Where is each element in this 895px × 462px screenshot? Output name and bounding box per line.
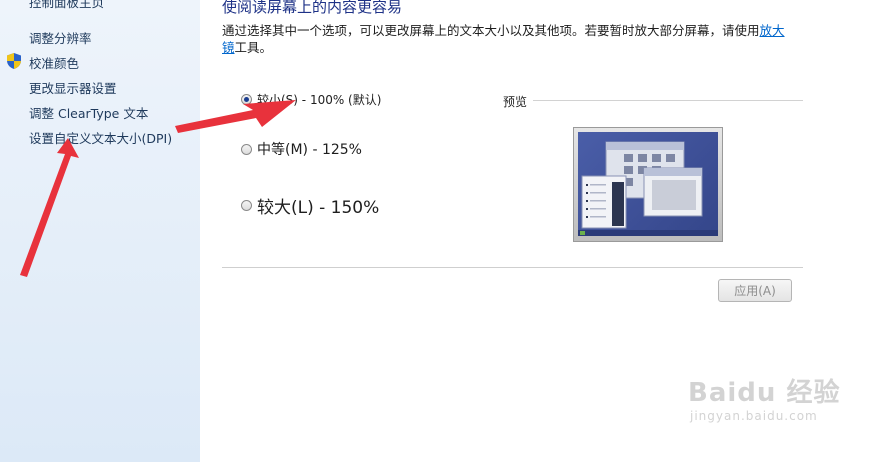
radio-larger[interactable]: [241, 200, 252, 211]
preview-divider: [533, 100, 803, 101]
sidebar-item-calibrate-color[interactable]: 校准颜色: [29, 53, 79, 72]
page-description: 通过选择其中一个选项，可以更改屏幕上的文本大小以及其他项。若要暂时放大部分屏幕，…: [222, 22, 797, 56]
section-divider: [222, 267, 803, 268]
sidebar-item-control-panel-home[interactable]: 控制面板主页: [29, 0, 104, 11]
sidebar-item-change-display-settings[interactable]: 更改显示器设置: [29, 78, 117, 97]
description-text: 通过选择其中一个选项，可以更改屏幕上的文本大小以及其他项。若要暂时放大部分屏幕，…: [222, 23, 760, 38]
option-smaller-label: 较小(S) - 100% (默认): [257, 93, 382, 107]
apply-button[interactable]: 应用(A): [718, 279, 792, 302]
sidebar-item-custom-dpi[interactable]: 设置自定义文本大小(DPI): [29, 128, 172, 147]
watermark-url: jingyan.baidu.com: [690, 409, 818, 423]
page-title: 使阅读屏幕上的内容更容易: [222, 0, 403, 16]
description-text-end: 工具。: [234, 40, 273, 55]
sidebar-item-adjust-cleartype[interactable]: 调整 ClearType 文本: [29, 103, 148, 122]
watermark-text: Baidu 经验: [688, 378, 841, 408]
radio-medium[interactable]: [241, 143, 252, 155]
sidebar-item-adjust-resolution[interactable]: 调整分辨率: [29, 28, 92, 47]
preview-screen: [578, 132, 718, 236]
radio-selected-dot: [244, 97, 249, 102]
option-medium-label: 中等(M) - 125%: [257, 142, 362, 158]
option-larger-label: 较大(L) - 150%: [257, 198, 380, 218]
task-pane-sidebar: 控制面板主页 调整分辨率 校准颜色 更改显示器设置 调整 ClearType 文…: [0, 0, 200, 462]
baidu-watermark: Baidu 经验 jingyan.baidu.com: [688, 372, 840, 423]
option-medium[interactable]: 中等(M) - 125%: [241, 139, 362, 159]
preview-label: 预览: [503, 95, 528, 109]
preview-windows-graphic: [578, 141, 718, 236]
preview-image: [573, 127, 723, 242]
option-smaller[interactable]: 较小(S) - 100% (默认): [241, 91, 381, 108]
radio-smaller[interactable]: [241, 94, 252, 105]
uac-shield-icon: [7, 53, 21, 69]
option-larger[interactable]: 较大(L) - 150%: [241, 193, 379, 218]
